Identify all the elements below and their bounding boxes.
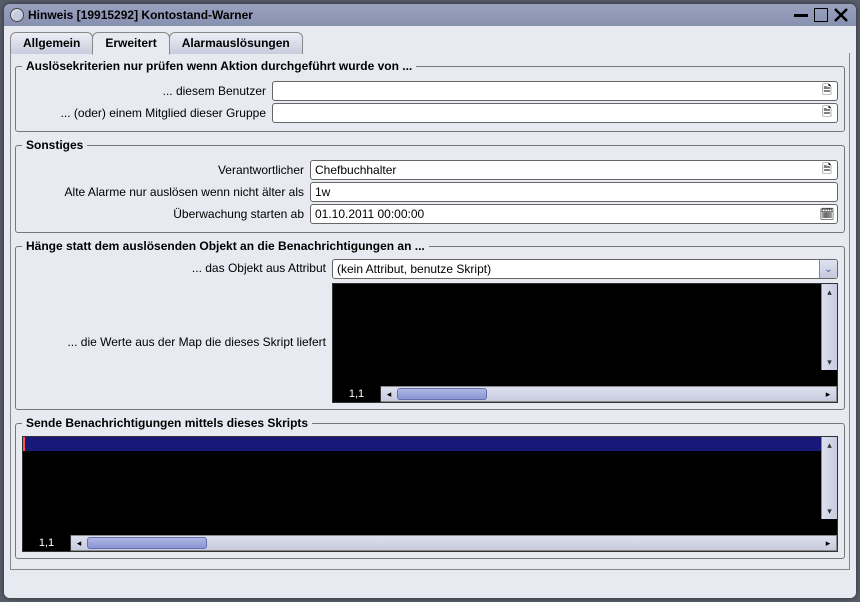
- scroll-up-icon[interactable]: ▴: [822, 284, 837, 300]
- lookup-group-icon[interactable]: 🗎: [819, 105, 835, 121]
- script-editor-map[interactable]: ▴ ▾ 1,1 ◂: [332, 283, 838, 403]
- group-criteria-legend: Auslösekriterien nur prüfen wenn Aktion …: [22, 59, 416, 73]
- group-attach: Hänge statt dem auslösenden Objekt an di…: [15, 239, 845, 410]
- select-attribute[interactable]: (kein Attribut, benutze Skript) ⌄: [332, 259, 838, 279]
- lookup-user-icon[interactable]: 🗎: [819, 83, 835, 99]
- scroll-right-icon[interactable]: ▸: [820, 387, 836, 401]
- scroll-left-icon[interactable]: ◂: [71, 536, 87, 550]
- input-group[interactable]: [272, 103, 838, 123]
- tab-panel-extended: Auslösekriterien nur prüfen wenn Aktion …: [10, 53, 850, 570]
- editor-cursor-pos-send: 1,1: [23, 535, 71, 551]
- tab-extended[interactable]: Erweitert: [92, 32, 169, 55]
- dialog-window: Hinweis [19915292] Kontostand-Warner All…: [4, 4, 856, 598]
- input-start-date[interactable]: [310, 204, 838, 224]
- select-attribute-value: (kein Attribut, benutze Skript): [337, 262, 491, 276]
- close-button[interactable]: [832, 7, 850, 23]
- scroll-left-icon[interactable]: ◂: [381, 387, 397, 401]
- input-age[interactable]: [310, 182, 838, 202]
- app-icon: [10, 8, 24, 22]
- label-map-script: ... die Werte aus der Map die dieses Skr…: [22, 335, 326, 349]
- hscrollbar-send[interactable]: ◂ ▸: [71, 535, 837, 551]
- scroll-up-icon[interactable]: ▴: [822, 437, 837, 453]
- vscrollbar-send[interactable]: ▴ ▾: [821, 437, 837, 519]
- hscrollbar-map[interactable]: ◂ ▸: [381, 386, 837, 402]
- tab-alarm-triggers[interactable]: Alarmauslösungen: [169, 32, 303, 54]
- label-group: ... (oder) einem Mitglied dieser Gruppe: [22, 106, 272, 120]
- label-responsible: Verantwortlicher: [22, 163, 310, 177]
- maximize-button[interactable]: [812, 7, 830, 23]
- group-send-script: Sende Benachrichtigungen mittels dieses …: [15, 416, 845, 559]
- group-misc: Sonstiges Verantwortlicher 🗎 Alte Alarme…: [15, 138, 845, 233]
- label-start: Überwachung starten ab: [22, 207, 310, 221]
- scroll-right-icon[interactable]: ▸: [820, 536, 836, 550]
- group-criteria: Auslösekriterien nur prüfen wenn Aktion …: [15, 59, 845, 132]
- group-attach-legend: Hänge statt dem auslösenden Objekt an di…: [22, 239, 429, 253]
- titlebar[interactable]: Hinweis [19915292] Kontostand-Warner: [4, 4, 856, 26]
- input-responsible[interactable]: [310, 160, 838, 180]
- minimize-button[interactable]: [792, 7, 810, 23]
- editor-cursor-pos-map: 1,1: [333, 386, 381, 402]
- vscrollbar-map[interactable]: ▴ ▾: [821, 284, 837, 370]
- window-title: Hinweis [19915292] Kontostand-Warner: [28, 8, 253, 22]
- content-area: Allgemein Erweitert Alarmauslösungen Aus…: [4, 26, 856, 598]
- label-age: Alte Alarme nur auslösen wenn nicht älte…: [22, 185, 310, 199]
- group-misc-legend: Sonstiges: [22, 138, 87, 152]
- script-editor-send[interactable]: ▴ ▾ 1,1 ◂ ▸: [22, 436, 838, 552]
- input-user[interactable]: [272, 81, 838, 101]
- lookup-responsible-icon[interactable]: 🗎: [819, 162, 835, 178]
- scroll-down-icon[interactable]: ▾: [822, 354, 837, 370]
- chevron-down-icon[interactable]: ⌄: [819, 260, 837, 278]
- calendar-icon[interactable]: 🗓: [819, 206, 835, 222]
- group-send-legend: Sende Benachrichtigungen mittels dieses …: [22, 416, 312, 430]
- text-cursor: [23, 437, 25, 451]
- label-user: ... diesem Benutzer: [22, 84, 272, 98]
- tab-bar: Allgemein Erweitert Alarmauslösungen: [10, 30, 850, 54]
- label-attr: ... das Objekt aus Attribut: [22, 261, 326, 275]
- scroll-down-icon[interactable]: ▾: [822, 503, 837, 519]
- tab-general[interactable]: Allgemein: [10, 32, 93, 54]
